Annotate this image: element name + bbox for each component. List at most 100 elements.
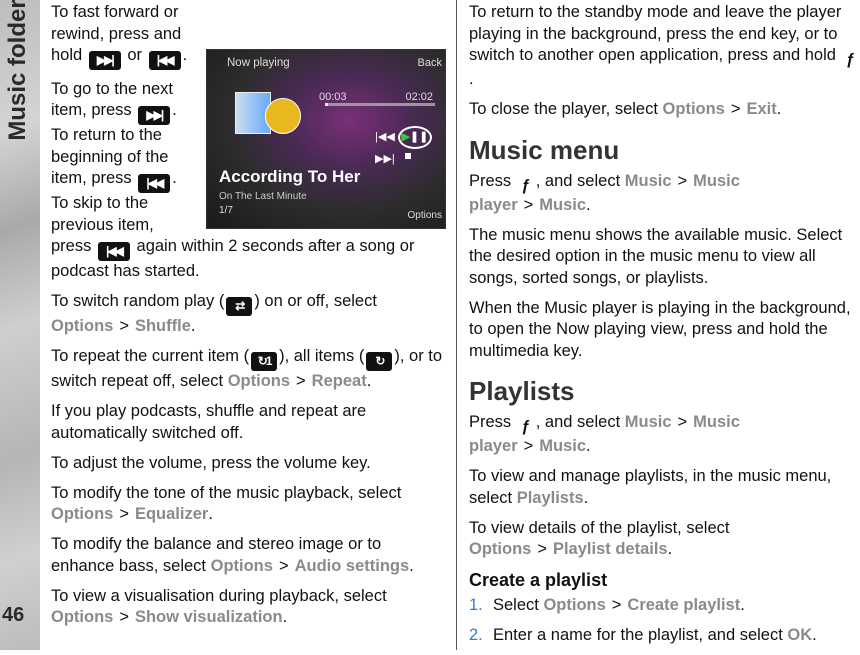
- menu-separator: >: [119, 317, 129, 335]
- menu-term: Music: [539, 437, 587, 455]
- menu-term: Options: [51, 505, 114, 523]
- text-run: .: [586, 437, 591, 455]
- text-run: To repeat the current item (: [51, 347, 250, 365]
- section-sidebar: Music folder 46: [0, 0, 40, 650]
- menu-key-icon: ƒ: [521, 176, 531, 194]
- menu-term: Options: [662, 100, 725, 118]
- text-run: Select: [493, 596, 544, 614]
- text-run: ), all items (: [279, 347, 365, 365]
- menu-term: OK: [787, 626, 813, 644]
- paragraph: To modify the tone of the music playback…: [51, 483, 443, 526]
- list-number: 1.: [469, 596, 483, 614]
- text-run: .: [409, 556, 414, 575]
- text-run: .: [182, 46, 188, 64]
- text-run: .: [282, 608, 288, 626]
- text-run: Press: [469, 413, 516, 431]
- menu-term: Playlists: [516, 488, 584, 507]
- screen-title: Now playing: [227, 57, 290, 69]
- playback-controls: |◀◀ ▶❚❚ ▶▶|: [375, 126, 445, 171]
- menu-key-icon: ƒ: [846, 51, 855, 68]
- text-run: To view details of the playlist, select: [469, 518, 730, 537]
- menu-separator: >: [730, 100, 741, 118]
- menu-separator: >: [296, 372, 306, 390]
- previous-icon: |◀◀: [97, 242, 130, 261]
- paragraph: To repeat the current item (↻1), all ite…: [51, 346, 443, 393]
- text-run: The music menu shows the available music…: [469, 225, 843, 287]
- paragraph: To close the player, select Options > Exit…: [469, 99, 860, 121]
- back-softkey: Back: [417, 57, 442, 69]
- text-run: or: [122, 46, 147, 64]
- menu-term: Repeat: [311, 372, 367, 390]
- text-run: .: [583, 488, 589, 507]
- text-run: .: [667, 540, 673, 558]
- text-run: Enter a name for the playlist, and selec…: [493, 626, 788, 644]
- paragraph: To view a visualisation during playback,…: [51, 586, 443, 629]
- list-number: 2.: [469, 626, 483, 644]
- menu-term: Music: [624, 171, 672, 190]
- paragraph: To switch random play (⇄) on or off, sel…: [51, 291, 443, 338]
- text-run: .: [208, 505, 213, 523]
- paragraph: To view details of the playlist, select …: [469, 518, 860, 561]
- next-icon: ▶▶|: [138, 106, 171, 125]
- menu-separator: >: [523, 195, 534, 214]
- text-run: To modify the tone of the music playback…: [51, 483, 402, 502]
- text-run: To close the player, select: [469, 100, 663, 118]
- section-heading: Music menu: [469, 134, 620, 165]
- text-run: .: [469, 70, 474, 88]
- list-item: 2. Enter a name for the playlist, and sel…: [469, 625, 860, 647]
- menu-separator: >: [677, 171, 688, 190]
- paragraph: To modify the balance and stereo image o…: [51, 534, 443, 577]
- text-run: .: [190, 317, 196, 335]
- text-run: To return to the standby mode and leave …: [469, 3, 842, 64]
- track-number: 1/7: [219, 205, 233, 216]
- progress-fill: [325, 103, 329, 106]
- paragraph: The music menu shows the available music…: [469, 225, 860, 290]
- menu-separator: >: [119, 608, 129, 626]
- menu-term: Exit: [746, 100, 777, 118]
- menu-term: Options: [469, 540, 532, 558]
- menu-separator: >: [119, 505, 129, 523]
- text-run: To view a visualisation during playback,…: [51, 586, 387, 605]
- paragraph: To adjust the volume, press the volume k…: [51, 453, 443, 475]
- previous-icon: |◀◀: [138, 174, 171, 193]
- options-softkey: Options: [407, 209, 442, 221]
- menu-separator: >: [537, 540, 547, 558]
- text-run: .: [740, 596, 745, 614]
- stop-icon: [405, 153, 411, 159]
- cd-icon: [265, 98, 301, 134]
- now-playing-screenshot: Now playing Back 00:03 02:02 |◀◀ ▶❚❚ ▶▶|…: [206, 49, 446, 229]
- text-run: .: [776, 100, 782, 118]
- paragraph: If you play podcasts, shuffle and repeat…: [51, 401, 443, 444]
- text-run: To switch random play (: [51, 292, 225, 310]
- menu-key-icon: ƒ: [521, 418, 531, 435]
- paragraph: When the Music player is playing in the …: [469, 298, 860, 363]
- play-pause-icon: ▶❚❚: [397, 126, 432, 149]
- text-run: If you play podcasts, shuffle and repeat…: [51, 402, 367, 442]
- text-run: .: [366, 372, 372, 390]
- text-run: When the Music player is playing in the …: [469, 298, 851, 360]
- menu-term: Playlist details: [552, 540, 668, 558]
- column-divider: [456, 0, 457, 650]
- menu-term: Music: [624, 413, 672, 431]
- menu-term: Show visualization: [134, 608, 283, 626]
- menu-term: Audio settings: [294, 556, 410, 575]
- page-number: 46: [2, 604, 25, 626]
- shuffle-icon: ⇄: [226, 297, 253, 316]
- text-run: ) on or off, select: [254, 292, 377, 310]
- menu-term: Options: [227, 372, 291, 390]
- section-title: Music folder: [0, 0, 38, 141]
- left-column: Now playing Back 00:03 02:02 |◀◀ ▶❚❚ ▶▶|…: [51, 2, 446, 637]
- section-title-text: Music folder: [4, 0, 31, 141]
- paragraph: To view and manage playlists, in the mus…: [469, 466, 860, 509]
- next-icon: ▶▶|: [88, 51, 121, 70]
- previous-icon: |◀◀: [148, 51, 181, 70]
- menu-term: Create playlist: [627, 596, 741, 614]
- song-title: According To Her: [219, 167, 361, 186]
- menu-separator: >: [611, 596, 622, 614]
- repeat-one-icon: ↻1: [251, 352, 278, 371]
- menu-term: Music: [539, 195, 587, 214]
- progress-bar: [325, 103, 435, 106]
- menu-separator: >: [677, 413, 688, 431]
- text-run: To adjust the volume, press the volume k…: [51, 453, 371, 472]
- paragraph: To return to the standby mode and leave …: [469, 2, 860, 91]
